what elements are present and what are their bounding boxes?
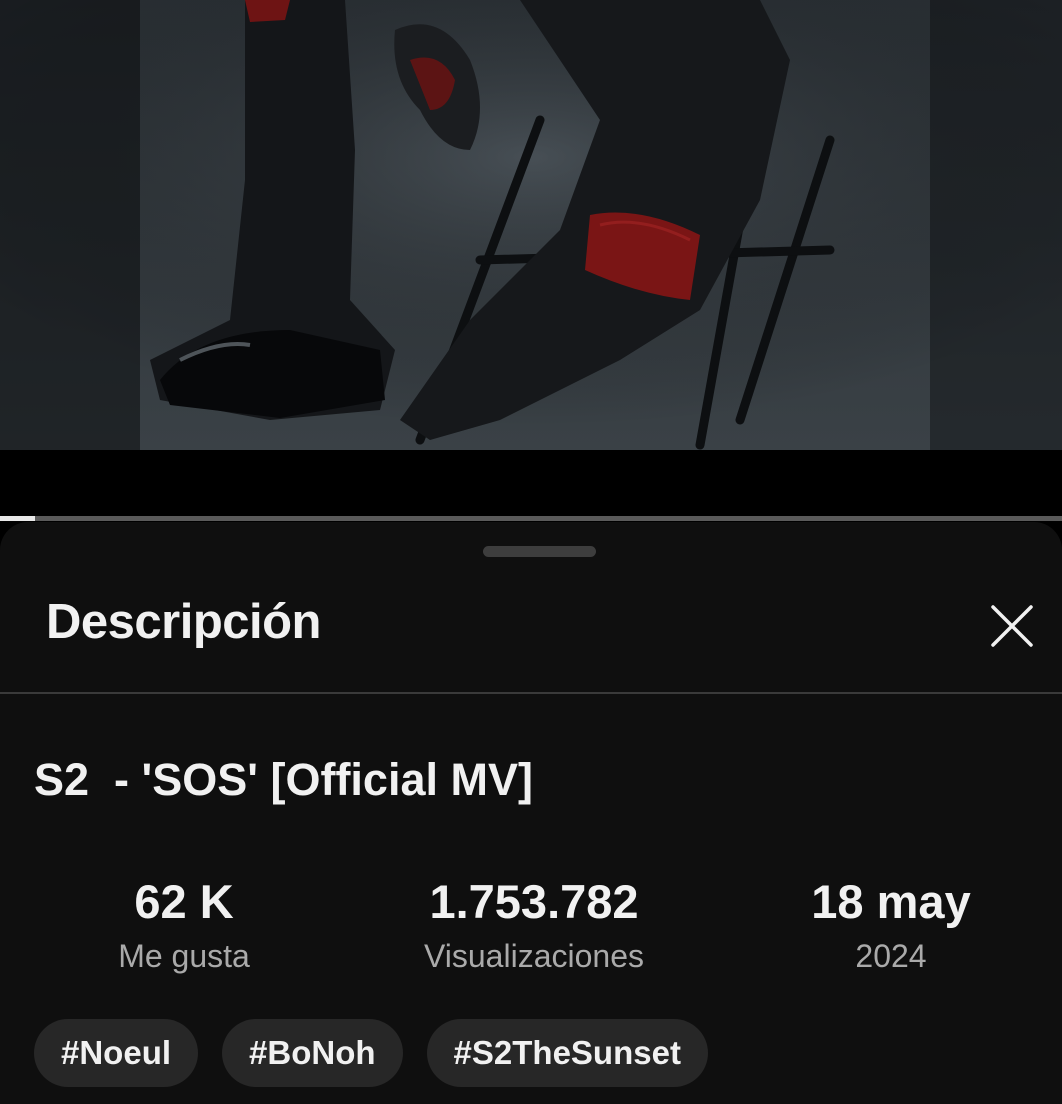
video-title: S2 - 'SOS' [Official MV] xyxy=(34,754,533,805)
hashtag-chip[interactable]: #Noeul xyxy=(34,1019,199,1087)
header-divider xyxy=(0,692,1062,694)
video-letterbox xyxy=(0,450,1062,518)
views-label: Visualizaciones xyxy=(424,938,644,974)
video-frame-image xyxy=(0,0,1062,450)
hashtag-list: #Noeul #BoNoh #S2TheSunset xyxy=(34,1019,708,1087)
sheet-drag-handle[interactable] xyxy=(483,546,596,557)
likes-count: 62 K xyxy=(134,875,234,928)
close-icon xyxy=(991,605,1033,647)
video-progress-fill xyxy=(0,516,35,521)
hashtag-chip[interactable]: #S2TheSunset xyxy=(426,1019,708,1087)
description-sheet: Descripción S2 - 'SOS' [Official MV] 62 … xyxy=(0,522,1062,1104)
publish-date: 18 may xyxy=(811,875,971,928)
close-button[interactable] xyxy=(980,594,1044,658)
video-progress-bar[interactable] xyxy=(0,516,1062,521)
publish-year: 2024 xyxy=(855,938,927,974)
publish-date-stat: 18 may 2024 xyxy=(731,874,1051,978)
likes-label: Me gusta xyxy=(118,938,250,974)
views-stat: 1.753.782 Visualizaciones xyxy=(374,874,694,978)
views-count: 1.753.782 xyxy=(429,875,639,928)
likes-stat: 62 K Me gusta xyxy=(24,874,344,978)
hashtag-chip[interactable]: #BoNoh xyxy=(222,1019,403,1087)
video-player[interactable] xyxy=(0,0,1062,450)
sheet-title: Descripción xyxy=(46,595,321,649)
